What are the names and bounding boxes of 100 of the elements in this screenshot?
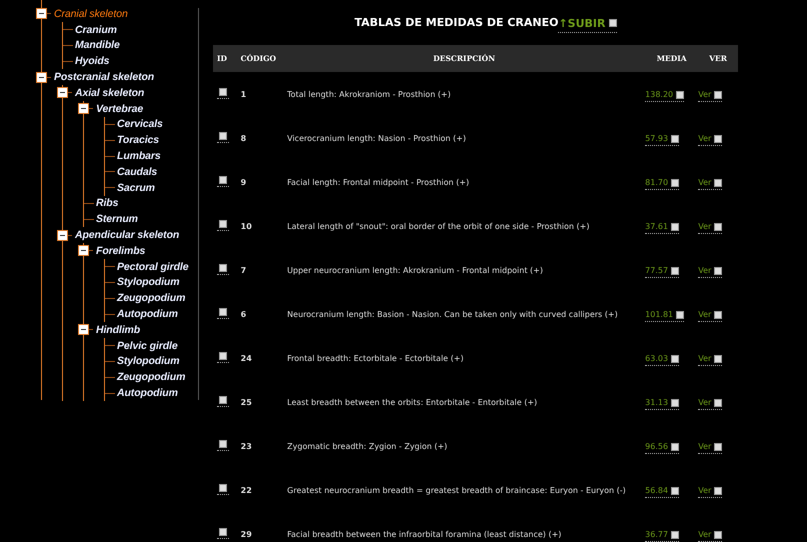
table-cell: Frontal breadth: Ectorbitale - Ectorbitale (+)	[283, 336, 646, 380]
table-cell: Greatest neurocranium breadth = greatest breadth of braincase: Euryon - Euryon (-)	[283, 468, 646, 512]
broken-image-icon	[676, 90, 684, 98]
measurement-link[interactable]: 37.61	[645, 222, 680, 234]
measurement-link[interactable]: 138.20	[645, 90, 684, 102]
broken-image-icon	[671, 134, 680, 142]
broken-image-icon	[219, 132, 227, 140]
collapse-toggle[interactable]	[78, 103, 89, 114]
table-cell-text: 24	[240, 352, 253, 364]
table-cell-text: 10	[240, 220, 253, 232]
table-cell-text: 25	[240, 396, 253, 408]
view-link[interactable]: Ver	[698, 354, 722, 366]
tree-item[interactable]: Pelvic girdle	[117, 340, 178, 352]
view-link[interactable]: Ver	[698, 530, 722, 542]
tree-item[interactable]: Vertebrae	[96, 102, 144, 115]
broken-image-icon	[671, 486, 680, 494]
tree-item[interactable]: Zeugopodium	[117, 292, 186, 304]
view-link[interactable]: Ver	[698, 222, 722, 234]
collapse-toggle[interactable]	[78, 324, 89, 336]
tree-item[interactable]: Forelimbs	[96, 244, 146, 257]
view-link[interactable]: Ver	[698, 90, 722, 102]
measurement-link[interactable]: 101.81	[645, 310, 684, 322]
measurement-link[interactable]: 31.13	[645, 398, 680, 410]
measurement-link[interactable]: 57.93	[645, 134, 680, 146]
tree-item[interactable]: Pectoral girdle	[117, 260, 188, 273]
broken-image-icon	[671, 222, 680, 230]
image-link[interactable]	[217, 440, 229, 451]
table-cell: Total length: Akrokraniom - Prosthion (+)	[283, 72, 646, 116]
measurement-link[interactable]: 56.84	[645, 486, 680, 498]
measurement-link[interactable]: 96.56	[645, 442, 680, 454]
tree-item[interactable]: Hindlimb	[96, 324, 140, 336]
collapse-toggle[interactable]	[36, 8, 47, 20]
tree-item[interactable]: Mandible	[75, 39, 120, 52]
tree-item[interactable]: Cervicals	[117, 118, 163, 130]
tree-item[interactable]: Axial skeleton	[75, 86, 144, 99]
broken-image-icon	[714, 134, 722, 142]
table-cell: Upper neurocranium length: Akrokranium - Frontal midpoint (+)	[283, 248, 646, 292]
tree-item[interactable]: Apendicular skeleton	[75, 229, 180, 242]
tree-item[interactable]: Cranial skeleton	[54, 8, 128, 20]
table-cell-text: 6	[240, 308, 248, 320]
broken-image-icon	[219, 352, 227, 360]
view-link[interactable]: Ver	[698, 134, 722, 146]
view-link[interactable]: Ver	[698, 442, 722, 454]
measurement-link[interactable]: 77.57	[645, 266, 680, 278]
tree-item[interactable]: Autopodium	[117, 308, 178, 320]
collapse-toggle[interactable]	[36, 72, 47, 83]
collapse-toggle[interactable]	[57, 87, 68, 98]
tree-item[interactable]: Cranium	[75, 24, 117, 36]
tree-item[interactable]: Sacrum	[117, 182, 155, 194]
measurement-link[interactable]: 36.77	[645, 530, 680, 542]
tree-item[interactable]: Sternum	[96, 213, 138, 226]
broken-image-icon	[219, 176, 227, 184]
table-cell-text: 22	[240, 484, 253, 496]
broken-image-icon	[671, 398, 680, 406]
image-link[interactable]	[217, 396, 229, 407]
broken-image-icon	[714, 486, 722, 494]
broken-image-icon	[714, 310, 722, 318]
tree-item[interactable]: Ribs	[96, 197, 118, 210]
image-link[interactable]	[217, 308, 229, 319]
image-link[interactable]	[217, 352, 229, 363]
page-title: TABLAS DE MEDIDAS DE CRANEO	[354, 16, 558, 29]
table-cell: Zygomatic breadth: Zygion - Zygion (+)	[283, 424, 646, 468]
view-link[interactable]: Ver	[698, 178, 722, 190]
collapse-toggle[interactable]	[57, 230, 68, 241]
image-link[interactable]	[217, 176, 229, 187]
table-cell: Vicerocranium length: Nasion - Prosthion (+)	[283, 116, 646, 160]
tree-item[interactable]: Toracics	[117, 134, 159, 146]
view-link[interactable]: Ver	[698, 398, 722, 410]
image-link[interactable]	[217, 484, 229, 495]
table-cell: Lateral length of "snout": oral border of the orbit of one side - Prosthion (+)	[283, 204, 646, 248]
collapse-toggle[interactable]	[78, 245, 89, 256]
view-link[interactable]: Ver	[698, 266, 722, 278]
table-cell: 1	[236, 72, 284, 116]
broken-image-icon	[219, 88, 227, 96]
table-cell-text: 9	[240, 176, 248, 188]
broken-image-icon	[714, 266, 722, 274]
image-link[interactable]	[217, 88, 229, 99]
image-link[interactable]	[217, 264, 229, 275]
broken-image-icon	[219, 308, 227, 316]
broken-image-icon	[608, 19, 616, 27]
broken-image-icon	[714, 398, 722, 406]
tree-item[interactable]: Zeugopodium	[117, 371, 186, 384]
broken-image-icon	[219, 440, 227, 448]
image-link[interactable]	[217, 132, 229, 143]
up-link[interactable]: ↑SUBIR	[558, 16, 616, 32]
image-link[interactable]	[217, 528, 229, 539]
tree-item[interactable]: Lumbars	[117, 150, 161, 162]
image-link[interactable]	[217, 220, 229, 231]
measurement-link[interactable]: 63.03	[645, 354, 680, 366]
tree-item[interactable]: Stylopodium	[117, 276, 180, 288]
tree-item[interactable]: Hyoids	[75, 55, 110, 68]
view-link[interactable]: Ver	[698, 310, 722, 322]
tree-item[interactable]: Stylopodium	[117, 355, 180, 368]
measurement-link[interactable]: 81.70	[645, 178, 680, 190]
tree-item[interactable]: Autopodium	[117, 387, 178, 400]
view-link[interactable]: Ver	[698, 486, 722, 498]
tree-item[interactable]: Postcranial skeleton	[54, 71, 154, 84]
tree-item[interactable]: Caudals	[117, 166, 158, 178]
broken-image-icon	[714, 354, 722, 362]
table-cell: Facial length: Frontal midpoint - Prosthion (+)	[283, 160, 646, 204]
